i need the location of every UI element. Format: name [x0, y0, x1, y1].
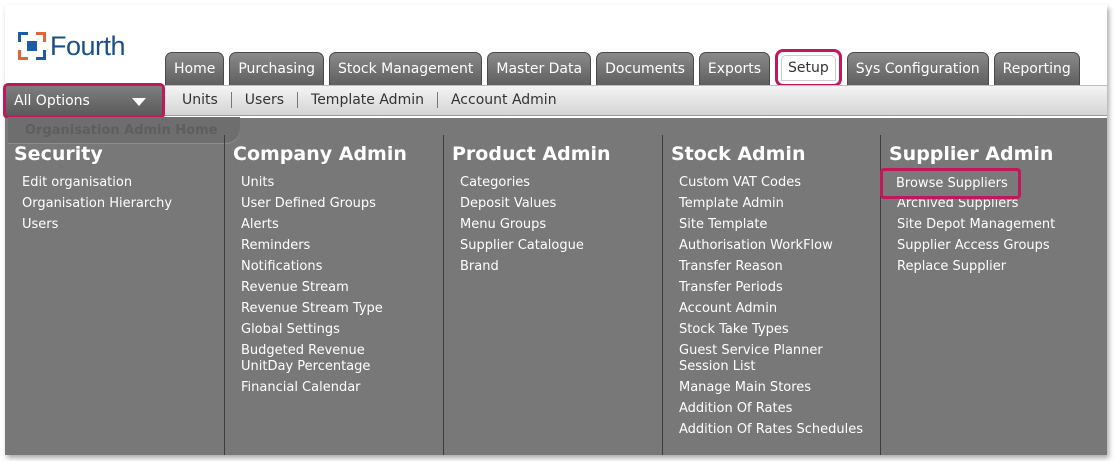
- menu-item[interactable]: Stock Take Types: [663, 322, 868, 338]
- menu-item[interactable]: Financial Calendar: [225, 380, 430, 396]
- menu-item[interactable]: Replace Supplier: [881, 259, 1086, 275]
- tab-exports[interactable]: Exports: [698, 52, 771, 85]
- sublink-users[interactable]: Users: [230, 92, 297, 108]
- menu-item[interactable]: Budgeted Revenue UnitDay Percentage: [225, 343, 415, 375]
- menu-item[interactable]: Edit organisation: [6, 175, 211, 191]
- menu-item[interactable]: Site Template: [663, 217, 868, 233]
- tab-home[interactable]: Home: [165, 52, 225, 85]
- column-stock-admin: Stock Admin Custom VAT Codes Template Ad…: [662, 135, 881, 455]
- tab-setup[interactable]: Setup: [775, 49, 842, 87]
- tab-setup-label: Setup: [781, 55, 836, 81]
- column-title: Security: [14, 143, 103, 165]
- menu-item[interactable]: Global Settings: [225, 322, 430, 338]
- brand-name: Fourth: [50, 30, 126, 61]
- browse-suppliers-link[interactable]: Browse Suppliers: [896, 176, 1008, 191]
- menu-item[interactable]: User Defined Groups: [225, 196, 430, 212]
- menu-item[interactable]: Categories: [444, 175, 649, 191]
- menu-item[interactable]: Units: [225, 175, 430, 191]
- menu-item[interactable]: Alerts: [225, 217, 430, 233]
- column-title: Product Admin: [452, 143, 611, 165]
- menu-item[interactable]: Supplier Access Groups: [881, 238, 1086, 254]
- column-title: Stock Admin: [671, 143, 806, 165]
- menu-item[interactable]: Brand: [444, 259, 649, 275]
- menu-item[interactable]: Custom VAT Codes: [663, 175, 868, 191]
- all-options-dropdown[interactable]: All Options: [3, 83, 165, 119]
- sub-navigation-links: Units Users Template Admin Account Admin: [170, 92, 570, 108]
- main-tabs: Home Purchasing Stock Management Master …: [165, 49, 1085, 87]
- menu-item[interactable]: Organisation Hierarchy: [6, 196, 211, 212]
- menu-item[interactable]: Account Admin: [663, 301, 868, 317]
- menu-item[interactable]: Notifications: [225, 259, 430, 275]
- column-title: Company Admin: [233, 143, 407, 165]
- menu-item[interactable]: Addition Of Rates: [663, 401, 868, 417]
- sublink-template-admin[interactable]: Template Admin: [297, 92, 437, 108]
- menu-item[interactable]: Users: [6, 217, 211, 233]
- menu-item[interactable]: Supplier Catalogue: [444, 238, 649, 254]
- caret-down-icon: [132, 98, 146, 106]
- menu-item[interactable]: Menu Groups: [444, 217, 649, 233]
- menu-item[interactable]: Transfer Periods: [663, 280, 868, 296]
- tab-documents[interactable]: Documents: [596, 52, 694, 85]
- fourth-logo-icon: [18, 32, 46, 60]
- menu-item[interactable]: Guest Service Planner Session List: [663, 343, 848, 375]
- tab-purchasing[interactable]: Purchasing: [229, 52, 324, 85]
- menu-item[interactable]: Authorisation WorkFlow: [663, 238, 868, 254]
- menu-item[interactable]: Revenue Stream: [225, 280, 430, 296]
- tab-master-data[interactable]: Master Data: [487, 52, 592, 85]
- tab-sys-configuration[interactable]: Sys Configuration: [846, 52, 989, 85]
- sublink-units[interactable]: Units: [170, 92, 231, 108]
- column-product-admin: Product Admin Categories Deposit Values …: [443, 135, 662, 455]
- menu-item[interactable]: Manage Main Stores: [663, 380, 868, 396]
- menu-item[interactable]: Template Admin: [663, 196, 868, 212]
- column-security: Security Edit organisation Organisation …: [6, 135, 224, 455]
- menu-item[interactable]: Addition Of Rates Schedules: [663, 422, 868, 438]
- menu-item[interactable]: Transfer Reason: [663, 259, 868, 275]
- brand-logo[interactable]: Fourth: [18, 30, 126, 62]
- all-options-label: All Options: [14, 93, 90, 109]
- column-company-admin: Company Admin Units User Defined Groups …: [224, 135, 443, 455]
- menu-item[interactable]: Deposit Values: [444, 196, 649, 212]
- tab-stock-management[interactable]: Stock Management: [328, 52, 483, 85]
- column-title: Supplier Admin: [889, 143, 1054, 165]
- sublink-account-admin[interactable]: Account Admin: [436, 92, 570, 108]
- menu-item[interactable]: Site Depot Management: [881, 217, 1086, 233]
- menu-item[interactable]: Reminders: [225, 238, 430, 254]
- menu-item[interactable]: Revenue Stream Type: [225, 301, 430, 317]
- tab-reporting[interactable]: Reporting: [993, 52, 1080, 85]
